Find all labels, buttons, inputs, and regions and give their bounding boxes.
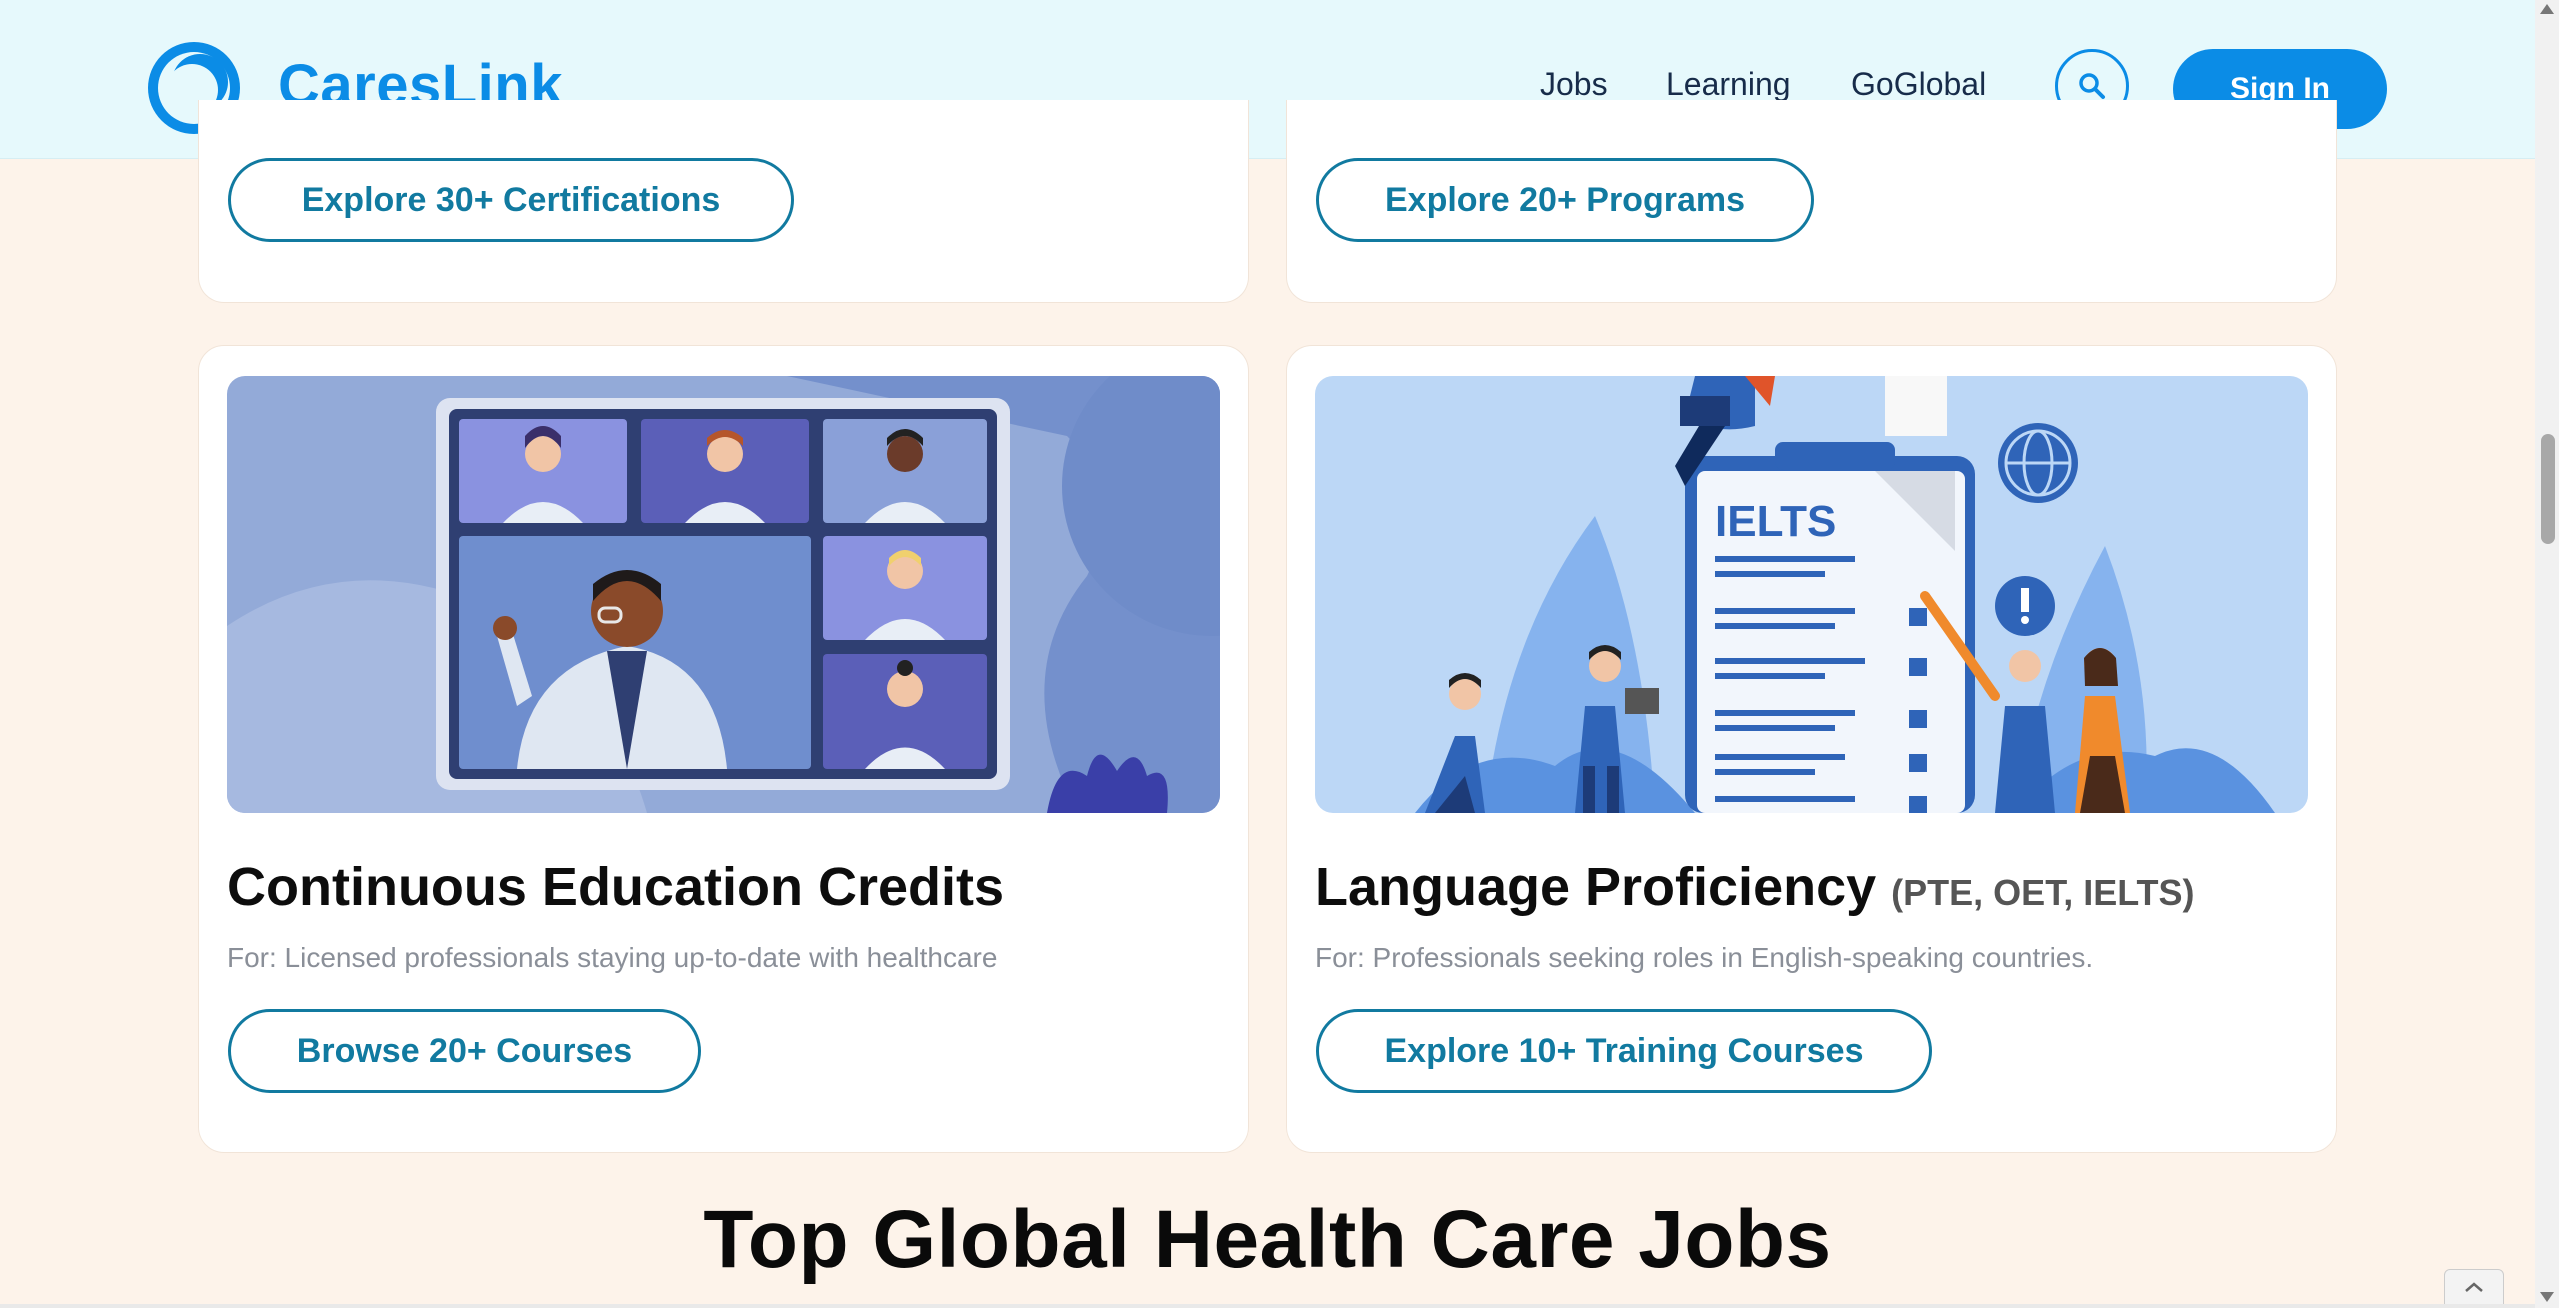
back-to-top-button[interactable] [2444, 1269, 2504, 1305]
ielts-illustration: IELTS [1315, 376, 2308, 813]
scroll-down-arrow-icon[interactable] [2540, 1292, 2554, 1302]
scroll-up-arrow-icon[interactable] [2540, 4, 2554, 14]
card-title-subtitle: (PTE, OET, IELTS) [1891, 872, 2195, 913]
language-proficiency-card: IELTS Language Proficiency (PTE, OET, IE… [1286, 345, 2337, 1153]
scrollbar-thumb[interactable] [2541, 434, 2555, 544]
nav-learning-link[interactable]: Learning [1666, 66, 1791, 103]
card-description: For: Professionals seeking roles in Engl… [1315, 942, 2094, 973]
section-heading: Top Global Health Care Jobs [703, 1194, 1832, 1285]
chevron-up-icon [2465, 1282, 2483, 1292]
programs-card: Explore 20+ Programs [1286, 100, 2337, 303]
ielts-image-label: IELTS [1715, 497, 1836, 546]
card-title: Language Proficiency (PTE, OET, IELTS) [1315, 856, 2195, 918]
bottom-divider [0, 1304, 2535, 1308]
card-description: For: Licensed professionals staying up-t… [227, 942, 998, 973]
video-call-illustration [227, 376, 1220, 813]
nav-goglobal-link[interactable]: GoGlobal [1851, 66, 1986, 103]
browse-courses-button[interactable]: Browse 20+ Courses [228, 1009, 701, 1093]
search-icon [2079, 73, 2105, 99]
card-title-main: Language Proficiency [1315, 857, 1877, 917]
card-title: Continuous Education Credits [227, 857, 1004, 917]
education-credits-card: Continuous Education Credits For: Licens… [198, 345, 1249, 1153]
page-scrollbar[interactable] [2535, 0, 2559, 1308]
explore-certifications-button[interactable]: Explore 30+ Certifications [228, 158, 794, 242]
nav-jobs-link[interactable]: Jobs [1540, 66, 1608, 103]
explore-programs-button[interactable]: Explore 20+ Programs [1316, 158, 1814, 242]
explore-training-courses-button[interactable]: Explore 10+ Training Courses [1316, 1009, 1932, 1093]
certifications-card: Explore 30+ Certifications [198, 100, 1249, 303]
